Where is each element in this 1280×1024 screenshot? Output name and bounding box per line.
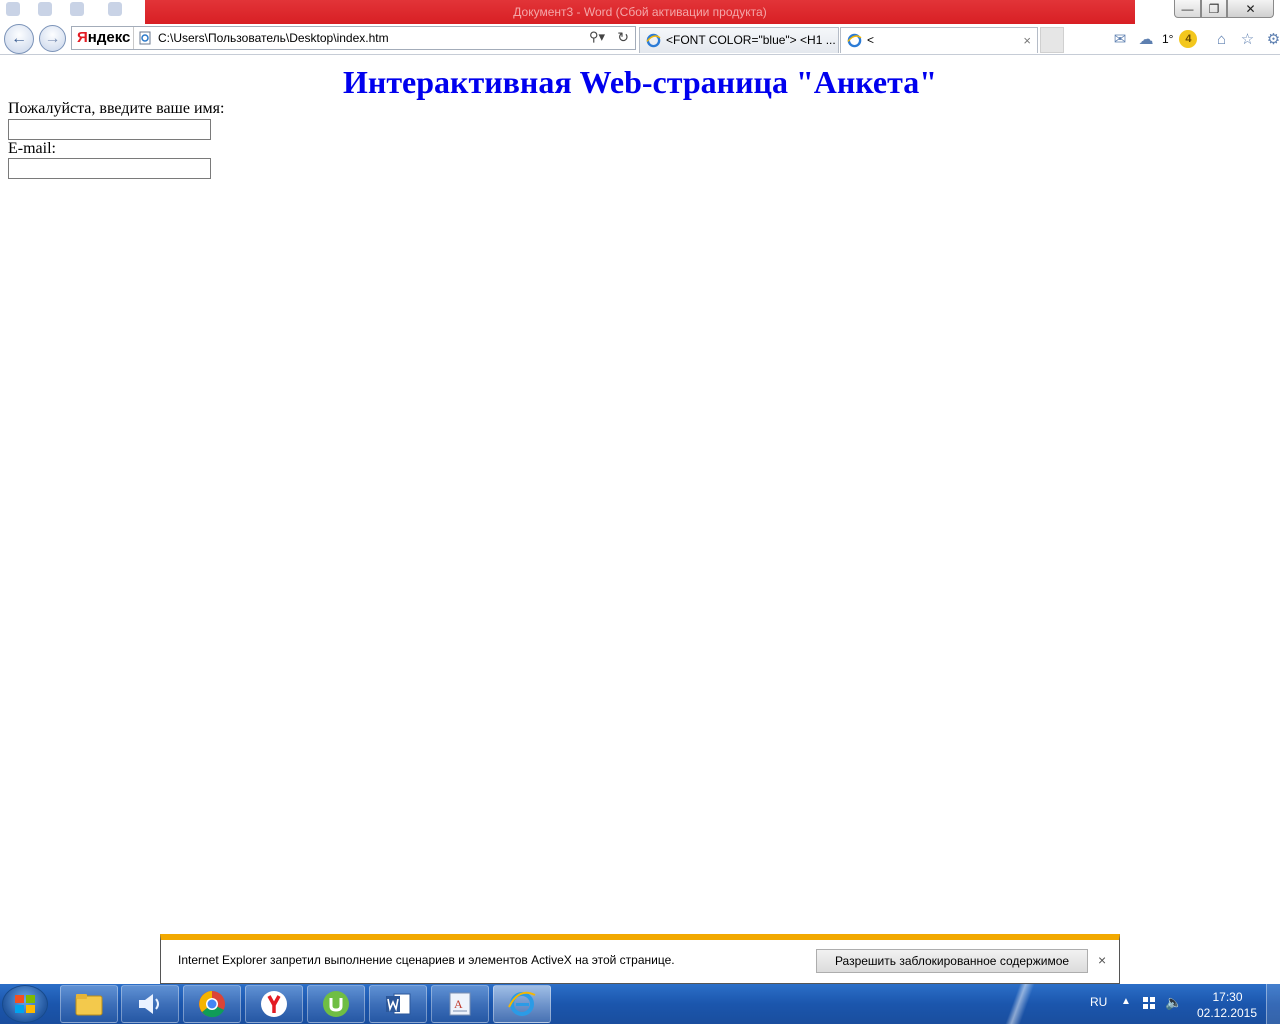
show-hidden-icons-icon[interactable]: ▲	[1121, 996, 1131, 1007]
refresh-icon[interactable]: ↻	[617, 29, 629, 46]
folder-icon	[75, 994, 103, 1016]
app-icon	[70, 2, 84, 16]
language-indicator[interactable]: RU	[1090, 995, 1107, 1009]
document-reader-icon: A	[449, 992, 471, 1016]
yandex-browser-icon	[261, 991, 287, 1017]
name-label: Пожалуйста, введите ваше имя:	[8, 100, 225, 117]
browser-chrome: Документ3 - Word (Сбой активации продукт…	[0, 0, 1280, 56]
start-button[interactable]	[2, 985, 48, 1023]
new-tab-button[interactable]	[1040, 27, 1064, 53]
internet-explorer-icon	[847, 33, 862, 48]
volume-icon[interactable]: 🔈	[1165, 994, 1182, 1011]
tab-font-color[interactable]: <FONT COLOR="blue"> <H1 ...	[639, 27, 839, 53]
toolbar-right: ✉ ☁ 1° 4 ⌂ ☆ ⚙	[1110, 28, 1280, 50]
yandex-logo[interactable]: Яндекс	[72, 27, 134, 49]
taskbar-reader[interactable]: A	[431, 985, 489, 1023]
taskbar-word[interactable]	[369, 985, 427, 1023]
page-title: Интерактивная Web-страница "Анкета"	[342, 64, 937, 100]
app-icon	[108, 2, 122, 16]
chrome-icon	[199, 991, 225, 1018]
internet-explorer-icon	[646, 33, 661, 48]
forward-button[interactable]: →	[39, 25, 66, 52]
search-dropdown-icon[interactable]: ⚲▾	[589, 29, 605, 45]
favorites-star-icon[interactable]: ☆	[1237, 29, 1257, 49]
allow-blocked-content-button[interactable]: Разрешить заблокированное содержимое	[816, 949, 1088, 973]
minimize-button[interactable]: —	[1174, 0, 1201, 18]
gear-icon[interactable]: ⚙	[1263, 29, 1280, 49]
mail-icon[interactable]: ✉	[1110, 29, 1130, 49]
divider	[0, 54, 1280, 55]
background-window-title: Документ3 - Word (Сбой активации продукт…	[145, 0, 1135, 24]
activex-notification-bar: Internet Explorer запретил выполнение сц…	[160, 934, 1120, 984]
taskbar-chrome[interactable]	[183, 985, 241, 1023]
tab-label: <	[867, 33, 875, 47]
cloud-icon[interactable]: ☁	[1136, 29, 1156, 49]
taskbar-decoration	[990, 984, 1050, 1024]
taskbar-file-explorer[interactable]	[60, 985, 118, 1023]
taskbar: A RU ▲ 🔈 17:30 02.12.2015	[0, 984, 1280, 1024]
back-button[interactable]: ←	[4, 24, 34, 54]
email-input[interactable]	[8, 158, 211, 179]
arrow-right-icon: →	[44, 29, 61, 47]
close-notification-icon[interactable]: ×	[1098, 952, 1106, 968]
restore-button[interactable]: ❐	[1201, 0, 1227, 18]
taskbar-internet-explorer[interactable]	[493, 985, 551, 1023]
weather-temperature: 1°	[1162, 32, 1174, 46]
word-icon	[386, 993, 411, 1015]
page-icon	[139, 31, 151, 45]
app-icon	[6, 2, 20, 16]
tab-label: <FONT COLOR="blue"> <H1 ...	[666, 33, 836, 47]
yandex-logo-text: ндекс	[87, 29, 131, 46]
yandex-logo-letter: Я	[77, 29, 88, 46]
email-label: E-mail:	[8, 140, 56, 157]
page-content: Интерактивная Web-страница "Анкета" Пожа…	[0, 56, 1280, 934]
show-desktop-button[interactable]	[1266, 984, 1280, 1024]
action-center-flag-icon[interactable]	[1142, 996, 1156, 1010]
tab-active[interactable]: < ×	[840, 27, 1038, 53]
internet-explorer-icon	[508, 991, 536, 1016]
url-input[interactable]: C:\Users\Пользователь\Desktop\index.htm	[158, 27, 389, 49]
taskbar-utorrent[interactable]	[307, 985, 365, 1023]
clock-date[interactable]: 02.12.2015	[1196, 1006, 1258, 1020]
windows-logo-icon	[15, 995, 35, 1013]
home-icon[interactable]: ⌂	[1211, 29, 1231, 49]
taskbar-yandex-browser[interactable]	[245, 985, 303, 1023]
app-icon	[38, 2, 52, 16]
name-input[interactable]	[8, 119, 211, 140]
close-window-button[interactable]: ✕	[1227, 0, 1274, 18]
utorrent-icon	[323, 991, 349, 1017]
background-app-toolbar	[0, 0, 145, 20]
arrow-left-icon: ←	[11, 30, 27, 47]
notification-text: Internet Explorer запретил выполнение сц…	[178, 953, 675, 967]
clock-time[interactable]: 17:30	[1200, 990, 1255, 1004]
address-bar[interactable]: Яндекс C:\Users\Пользователь\Desktop\ind…	[71, 26, 636, 50]
close-tab-icon[interactable]: ×	[1023, 28, 1031, 53]
notification-badge[interactable]: 4	[1179, 30, 1198, 48]
taskbar-volume-app[interactable]	[121, 985, 179, 1023]
speaker-icon	[139, 994, 159, 1014]
svg-text:A: A	[454, 997, 463, 1011]
